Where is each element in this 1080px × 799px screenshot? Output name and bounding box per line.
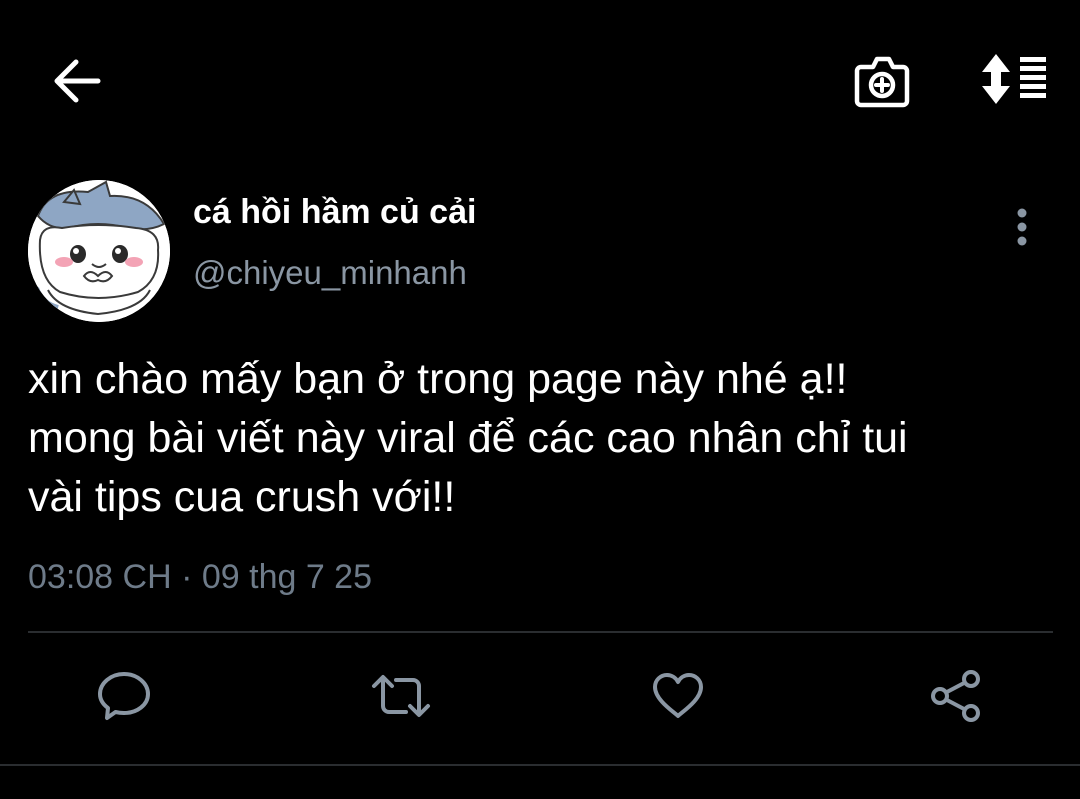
share-button[interactable] (924, 664, 988, 728)
like-button[interactable] (646, 664, 710, 728)
share-icon (931, 670, 980, 722)
tweet-text-line: xin chào mấy bạn ở trong page này nhé ạ!… (28, 355, 848, 403)
arrow-left-icon (54, 59, 101, 103)
tweet-timestamp: 03:08 CH · 09 thg 7 25 (28, 558, 373, 596)
avatar[interactable] (28, 180, 170, 322)
divider (0, 764, 1080, 766)
reply-bubble-icon (98, 672, 150, 720)
more-options-button[interactable] (998, 202, 1046, 252)
divider (28, 631, 1053, 633)
retweet-button[interactable] (369, 664, 433, 728)
more-vertical-icon (1017, 208, 1027, 246)
top-app-bar (0, 0, 1080, 160)
author-display-name[interactable]: cá hồi hầm củ cải (193, 193, 476, 232)
sort-list-icon (982, 54, 1046, 104)
reply-button[interactable] (92, 664, 156, 728)
chiikawa-avatar (28, 180, 170, 322)
retweet-icon (372, 675, 430, 717)
sort-button[interactable] (972, 48, 1054, 110)
author-handle[interactable]: @chiyeu_minhanh (193, 254, 467, 292)
tweet-text-line: vài tips cua crush với!! (28, 473, 456, 521)
tweet-text-line: mong bài viết này viral để các cao nhân … (28, 414, 908, 462)
camera-button[interactable] (848, 48, 916, 114)
camera-add-icon (854, 56, 910, 108)
tweet-text: xin chào mấy bạn ở trong page này nhé ạ!… (28, 350, 1058, 527)
heart-icon (653, 673, 703, 718)
back-button[interactable] (48, 52, 106, 110)
